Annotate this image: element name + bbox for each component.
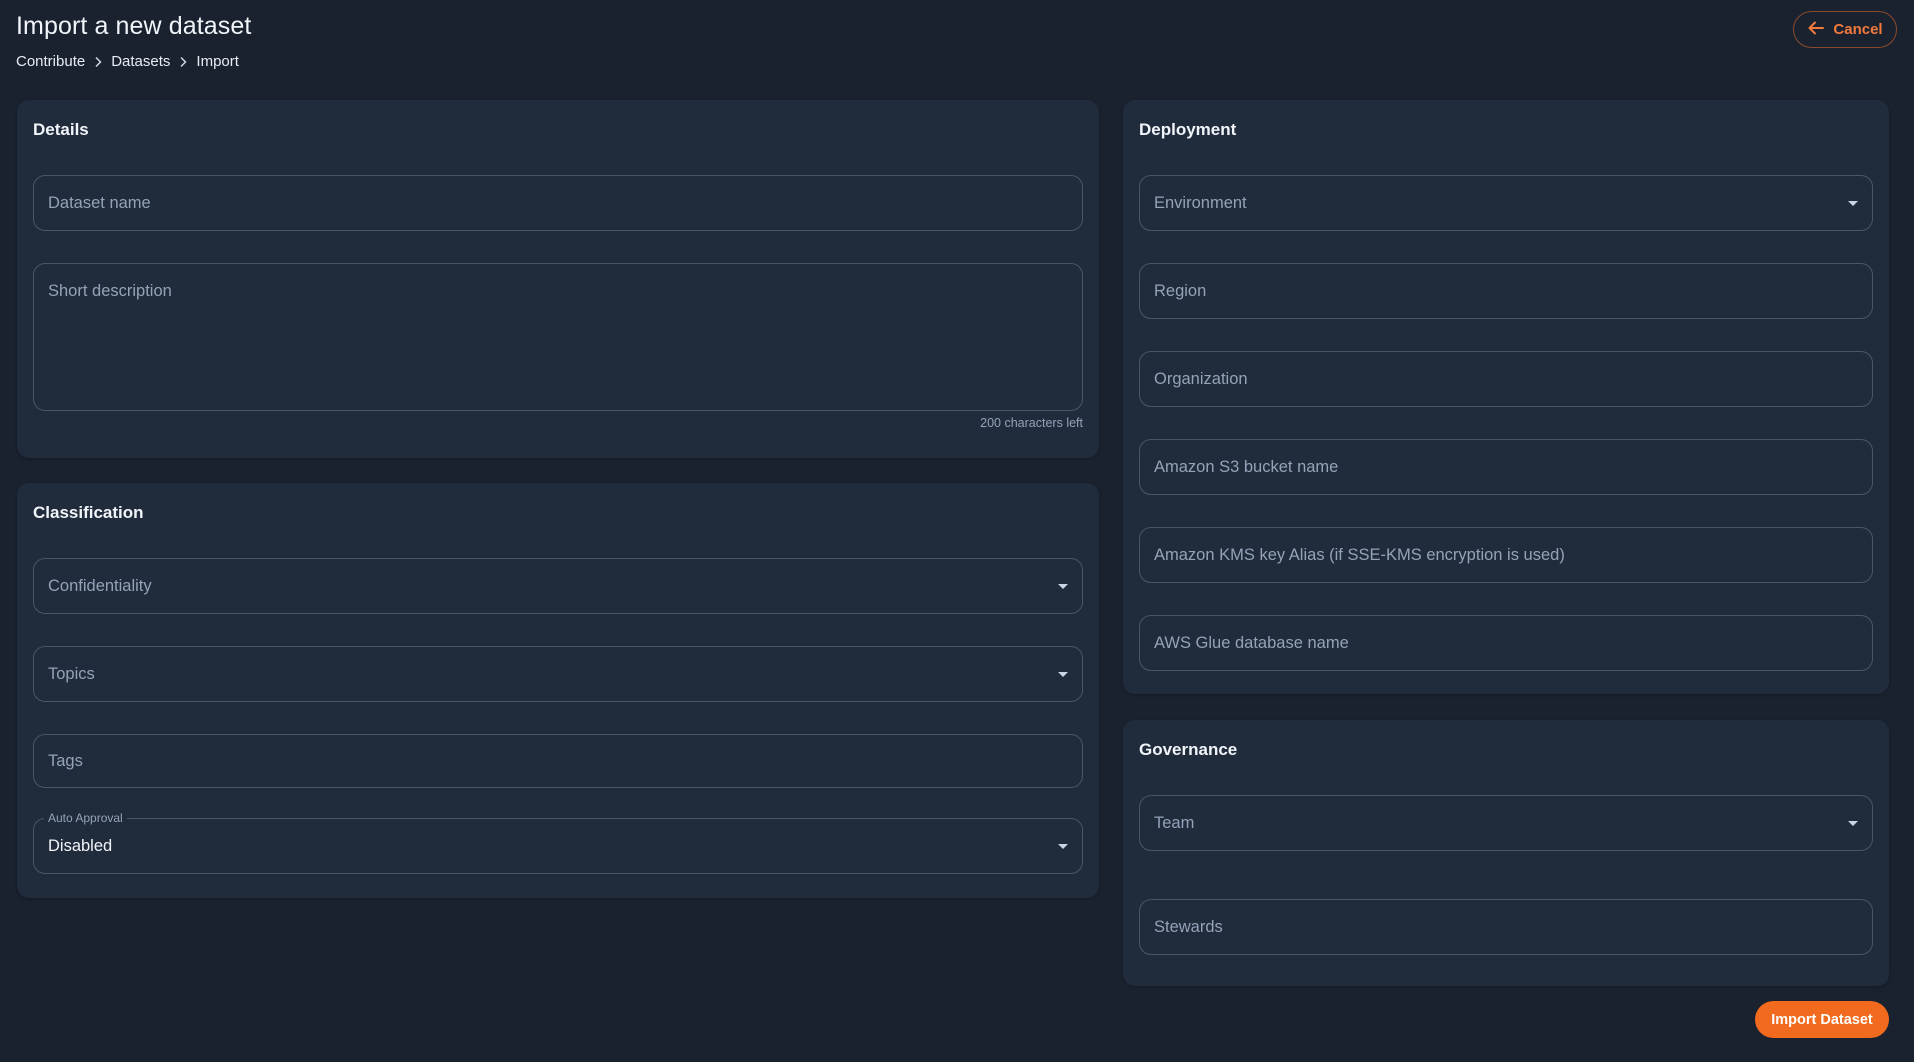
- details-card: Details Dataset name Short description 2…: [17, 100, 1099, 458]
- caret-down-icon: [1848, 821, 1858, 826]
- dataset-name-placeholder: Dataset name: [48, 193, 151, 212]
- auto-approval-label: Auto Approval: [44, 811, 127, 825]
- classification-title: Classification: [33, 503, 144, 522]
- tags-input[interactable]: Tags: [33, 734, 1083, 788]
- confidentiality-select[interactable]: Confidentiality: [33, 558, 1083, 614]
- cancel-label: Cancel: [1833, 21, 1883, 38]
- s3-bucket-input[interactable]: Amazon S3 bucket name: [1139, 439, 1873, 495]
- topics-select[interactable]: Topics: [33, 646, 1083, 702]
- caret-down-icon: [1058, 672, 1068, 677]
- breadcrumb-contribute[interactable]: Contribute: [16, 53, 85, 70]
- kms-alias-input[interactable]: Amazon KMS key Alias (if SSE-KMS encrypt…: [1139, 527, 1873, 583]
- stewards-input[interactable]: Stewards: [1139, 899, 1873, 955]
- import-dataset-page: Import a new dataset Contribute Datasets…: [0, 0, 1914, 1062]
- environment-placeholder: Environment: [1154, 193, 1247, 212]
- deployment-title: Deployment: [1139, 120, 1237, 139]
- classification-card: Classification Confidentiality Topics Ta…: [17, 483, 1099, 898]
- arrow-left-icon: [1807, 20, 1825, 40]
- team-select[interactable]: Team: [1139, 795, 1873, 851]
- chevron-right-icon: [170, 56, 196, 68]
- tags-placeholder: Tags: [48, 751, 83, 770]
- import-dataset-button[interactable]: Import Dataset: [1755, 1001, 1889, 1038]
- glue-database-placeholder: AWS Glue database name: [1154, 633, 1349, 652]
- details-title: Details: [33, 120, 89, 139]
- short-description-placeholder: Short description: [48, 282, 172, 300]
- region-input[interactable]: Region: [1139, 263, 1873, 319]
- auto-approval-select[interactable]: Auto Approval Disabled: [33, 811, 1083, 874]
- s3-bucket-placeholder: Amazon S3 bucket name: [1154, 457, 1339, 476]
- breadcrumb-datasets[interactable]: Datasets: [111, 53, 170, 70]
- caret-down-icon: [1058, 584, 1068, 589]
- short-description-textarea[interactable]: Short description: [33, 263, 1083, 411]
- team-placeholder: Team: [1154, 813, 1195, 832]
- auto-approval-value: Disabled: [48, 836, 113, 855]
- breadcrumb-import: Import: [196, 53, 239, 70]
- organization-placeholder: Organization: [1154, 369, 1248, 388]
- cancel-button[interactable]: Cancel: [1793, 11, 1897, 48]
- topics-placeholder: Topics: [48, 664, 95, 683]
- environment-select[interactable]: Environment: [1139, 175, 1873, 231]
- region-placeholder: Region: [1154, 281, 1207, 300]
- kms-alias-placeholder: Amazon KMS key Alias (if SSE-KMS encrypt…: [1154, 545, 1565, 564]
- caret-down-icon: [1058, 844, 1068, 849]
- breadcrumb: Contribute Datasets Import: [16, 53, 239, 70]
- chevron-right-icon: [85, 56, 111, 68]
- deployment-card: Deployment Environment Region Organizati…: [1123, 100, 1889, 694]
- page-title: Import a new dataset: [16, 12, 252, 40]
- confidentiality-placeholder: Confidentiality: [48, 576, 152, 595]
- glue-database-input[interactable]: AWS Glue database name: [1139, 615, 1873, 671]
- caret-down-icon: [1848, 201, 1858, 206]
- stewards-placeholder: Stewards: [1154, 917, 1223, 936]
- governance-card: Governance Team Stewards: [1123, 720, 1889, 986]
- organization-input[interactable]: Organization: [1139, 351, 1873, 407]
- governance-title: Governance: [1139, 740, 1238, 759]
- dataset-name-input[interactable]: Dataset name: [33, 175, 1083, 231]
- characters-left-counter: 200 characters left: [980, 416, 1083, 430]
